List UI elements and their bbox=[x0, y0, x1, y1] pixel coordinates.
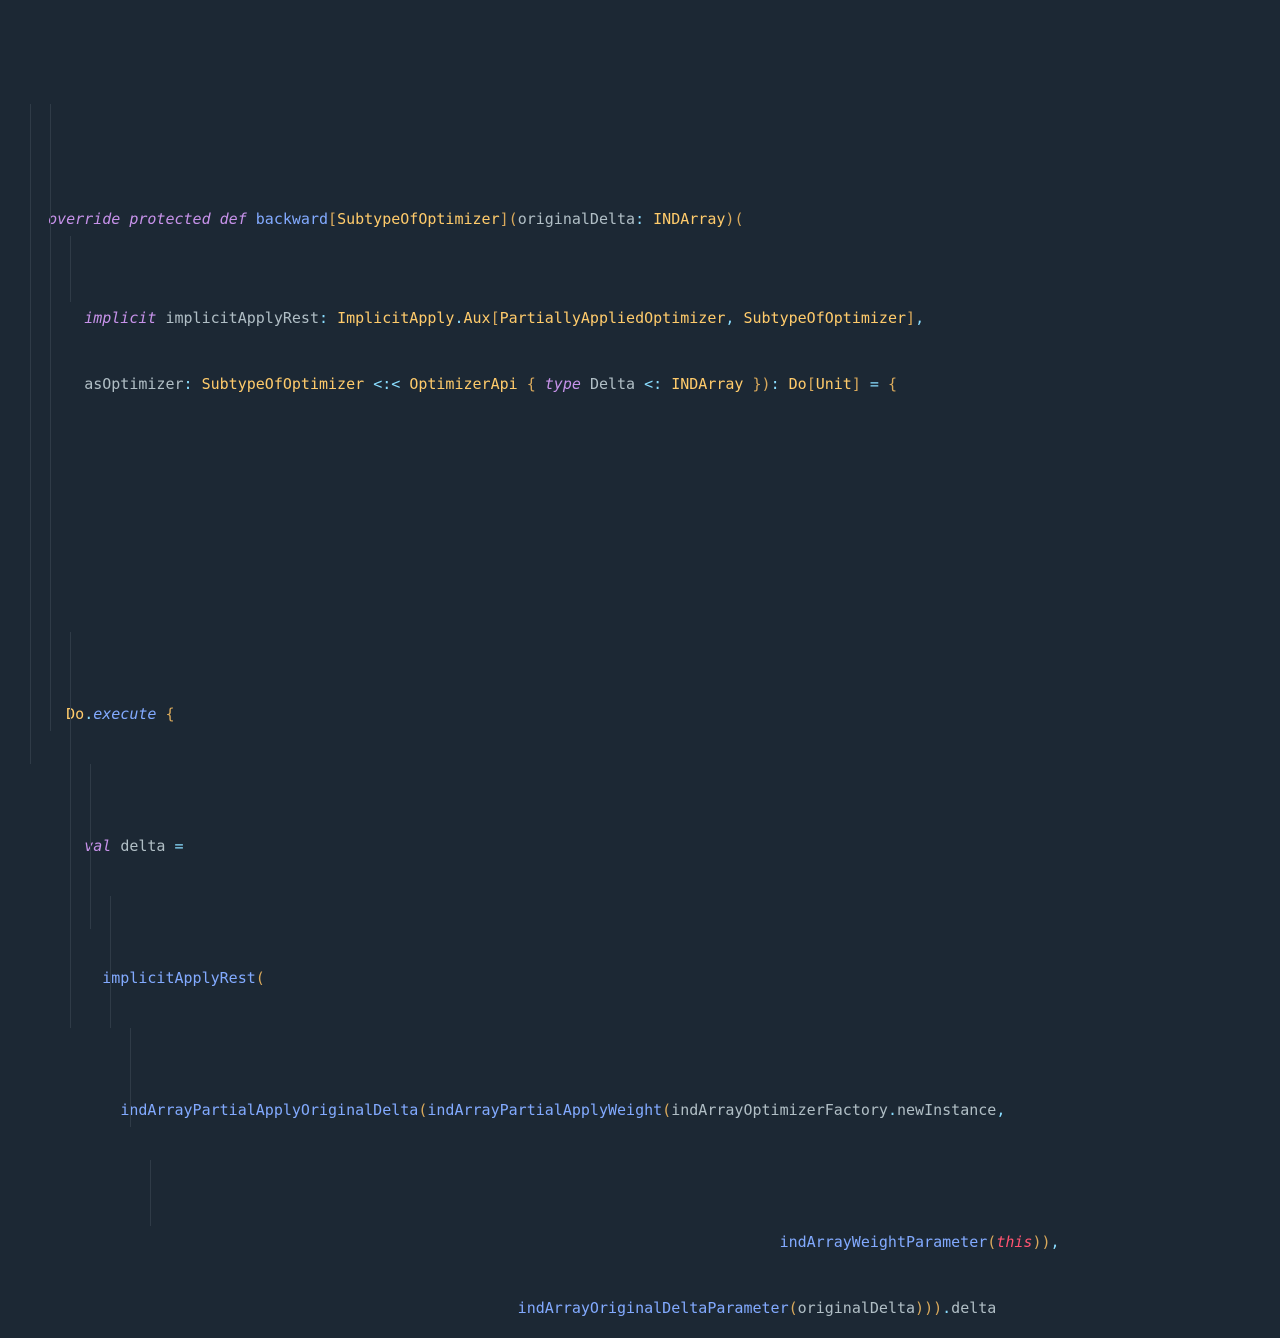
code-line: implicit implicitApplyRest: ImplicitAppl… bbox=[30, 236, 1280, 269]
code-line: implicitApplyRest( bbox=[30, 896, 1280, 929]
line-gutter bbox=[0, 0, 20, 669]
code-line: indArrayPartialApplyOriginalDelta(indArr… bbox=[30, 1028, 1280, 1061]
code-line bbox=[30, 500, 1280, 533]
code-line: asOptimizer: SubtypeOfOptimizer <:< Opti… bbox=[30, 368, 1280, 401]
code-editor[interactable]: override protected def backward[SubtypeO… bbox=[20, 0, 1280, 669]
code-line: override protected def backward[SubtypeO… bbox=[30, 104, 1280, 137]
code-line: indArrayOriginalDeltaParameter(originalD… bbox=[30, 1292, 1280, 1325]
code-line: Do.execute { bbox=[30, 632, 1280, 665]
code-line: indArrayWeightParameter(this)), bbox=[30, 1160, 1280, 1193]
code-line: val delta = bbox=[30, 764, 1280, 797]
